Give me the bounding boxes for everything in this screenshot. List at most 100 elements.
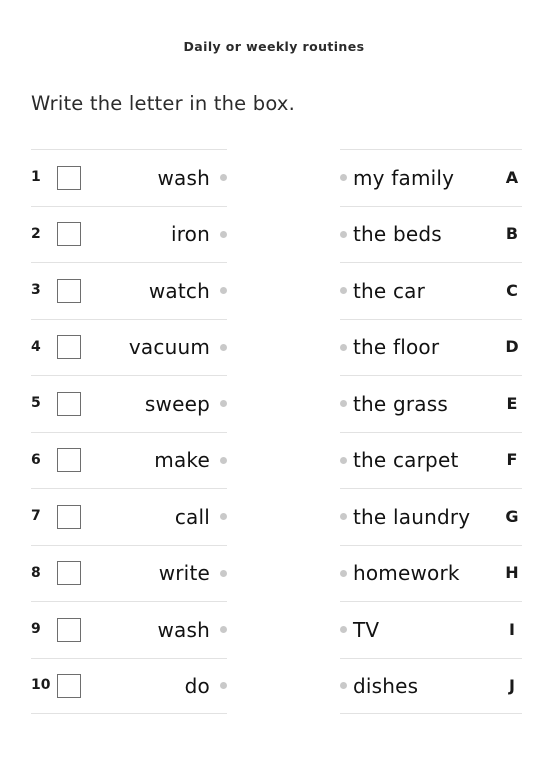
connector-dot-icon[interactable] (340, 513, 347, 521)
connector-dot-icon[interactable] (220, 400, 227, 408)
answer-box[interactable] (57, 673, 81, 698)
column-gap (227, 206, 340, 263)
connector-dot-icon[interactable] (220, 682, 227, 690)
verb-label: write (158, 561, 210, 586)
item-number: 5 (31, 395, 41, 412)
connector-dot-icon[interactable] (340, 682, 347, 690)
option-letter: J (509, 675, 515, 695)
match-item-right: TV I (340, 601, 522, 658)
match-item-left: 10 do (31, 657, 227, 714)
match-row: 7 call the laundry G (0, 488, 548, 545)
connector-dot-icon[interactable] (220, 513, 227, 521)
phrase-label: the floor (353, 335, 440, 360)
connector-dot-icon[interactable] (340, 287, 347, 295)
match-row: 6 make the carpet F (0, 431, 548, 489)
match-item-right: the beds B (340, 205, 522, 263)
match-item-right: my family A (340, 149, 522, 206)
connector-dot-icon[interactable] (340, 400, 347, 408)
phrase-label: homework (353, 561, 460, 586)
answer-box[interactable] (57, 335, 81, 360)
column-gap (227, 319, 340, 376)
option-letter: E (506, 393, 518, 413)
match-row: 2 iron the beds B (0, 205, 548, 263)
connector-dot-icon[interactable] (340, 230, 347, 238)
phrase-label: my family (353, 165, 455, 190)
match-row: 9 wash TV I (0, 601, 548, 658)
answer-box[interactable] (57, 504, 81, 529)
option-letter: D (505, 337, 519, 357)
verb-label: make (154, 448, 210, 473)
verb-label: sweep (144, 391, 210, 416)
item-number: 6 (31, 451, 41, 468)
matching-exercise: 1 wash my family A 2 iron the beds B 3 watch the c… (0, 149, 548, 714)
item-number: 2 (31, 225, 41, 242)
column-gap (227, 432, 340, 489)
item-number: 9 (31, 621, 41, 638)
phrase-label: the car (353, 278, 426, 303)
column-gap (227, 658, 340, 715)
answer-box[interactable] (57, 165, 81, 190)
match-item-left: 4 vacuum (31, 318, 227, 376)
match-item-left: 5 sweep (31, 375, 227, 432)
instruction-text: Write the letter in the box. (31, 92, 296, 115)
match-item-left: 6 make (31, 431, 227, 489)
match-item-right: the car C (340, 262, 522, 319)
verb-label: wash (157, 165, 210, 190)
match-row: 5 sweep the grass E (0, 375, 548, 432)
page-title: Daily or weekly routines (183, 39, 365, 54)
match-item-right: the floor D (340, 318, 522, 376)
match-item-left: 2 iron (31, 205, 227, 263)
connector-dot-icon[interactable] (220, 456, 227, 464)
verb-label: iron (170, 222, 210, 247)
column-gap (227, 262, 340, 319)
option-letter: F (506, 450, 518, 470)
column-gap (227, 488, 340, 545)
option-letter: C (506, 280, 518, 300)
worksheet-page: Daily or weekly routines Write the lette… (0, 0, 548, 776)
phrase-label: the laundry (353, 504, 471, 529)
item-number: 7 (31, 508, 41, 525)
connector-dot-icon[interactable] (340, 626, 347, 634)
connector-dot-icon[interactable] (220, 287, 227, 295)
verb-label: do (184, 673, 210, 698)
match-row: 10 do dishes J (0, 657, 548, 715)
phrase-label: the carpet (353, 448, 459, 473)
verb-label: wash (157, 617, 210, 642)
answer-box[interactable] (57, 278, 81, 303)
match-item-left: 8 write (31, 544, 227, 602)
item-number: 1 (31, 169, 41, 186)
match-item-right: homework H (340, 544, 522, 602)
column-gap (227, 375, 340, 432)
verb-label: vacuum (128, 335, 210, 360)
option-letter: H (505, 563, 519, 583)
connector-dot-icon[interactable] (340, 174, 347, 182)
match-row: 3 watch the car C (0, 262, 548, 319)
answer-box[interactable] (57, 391, 81, 416)
answer-box[interactable] (57, 561, 81, 586)
verb-label: call (174, 504, 210, 529)
match-row: 1 wash my family A (0, 149, 548, 206)
connector-dot-icon[interactable] (220, 343, 227, 351)
option-letter: A (505, 167, 519, 187)
item-number: 8 (31, 564, 41, 581)
connector-dot-icon[interactable] (220, 569, 227, 577)
connector-dot-icon[interactable] (340, 343, 347, 351)
item-number: 10 (31, 677, 51, 694)
item-number: 4 (31, 338, 41, 355)
match-item-right: dishes J (340, 657, 522, 714)
answer-box[interactable] (57, 617, 81, 642)
option-letter: I (509, 619, 515, 639)
match-item-right: the grass E (340, 375, 522, 432)
phrase-label: TV (353, 617, 380, 642)
connector-dot-icon[interactable] (340, 569, 347, 577)
connector-dot-icon[interactable] (220, 174, 227, 182)
connector-dot-icon[interactable] (340, 456, 347, 464)
column-gap (227, 601, 340, 658)
item-number: 3 (31, 282, 41, 299)
connector-dot-icon[interactable] (220, 230, 227, 238)
connector-dot-icon[interactable] (220, 626, 227, 634)
answer-box[interactable] (57, 448, 81, 473)
match-item-right: the carpet F (340, 431, 522, 489)
option-letter: B (505, 224, 519, 244)
answer-box[interactable] (57, 222, 81, 247)
